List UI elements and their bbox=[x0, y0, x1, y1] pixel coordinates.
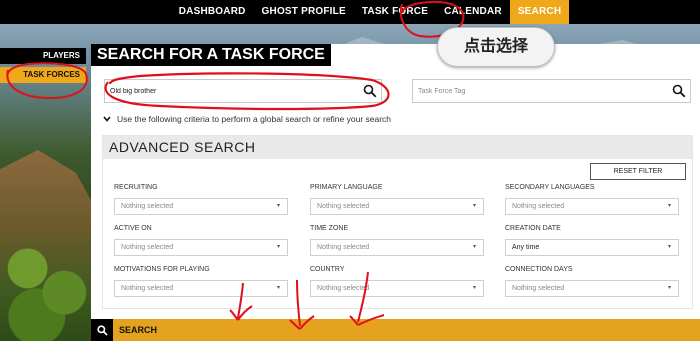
dropdown-caret-icon: ▾ bbox=[472, 203, 476, 209]
task-force-tag-search bbox=[412, 79, 691, 103]
primary-language-select[interactable]: Nothing selected ▾ bbox=[310, 198, 484, 215]
sidebar-item-players[interactable]: PLAYERS bbox=[0, 48, 86, 64]
dropdown-caret-icon: ▾ bbox=[472, 244, 476, 250]
motivations-value: Nothing selected bbox=[121, 285, 174, 292]
motivations-label: MOTIVATIONS FOR PLAYING bbox=[114, 266, 210, 273]
criteria-text: Use the following criteria to perform a … bbox=[117, 114, 392, 124]
nav-ghost-profile[interactable]: GHOST PROFILE bbox=[254, 0, 354, 24]
connection-days-value: Nothing selected bbox=[512, 285, 565, 292]
dropdown-caret-icon: ▾ bbox=[667, 203, 671, 209]
dropdown-caret-icon: ▾ bbox=[276, 203, 280, 209]
motivations-select[interactable]: Nothing selected ▾ bbox=[114, 280, 288, 297]
task-force-tag-input[interactable] bbox=[413, 80, 668, 102]
search-icon[interactable] bbox=[359, 80, 381, 102]
nav-calendar[interactable]: CALENDAR bbox=[436, 0, 510, 24]
chevron-down-icon bbox=[103, 116, 111, 122]
primary-language-value: Nothing selected bbox=[317, 203, 370, 210]
search-submit-bar[interactable]: SEARCH bbox=[91, 319, 700, 341]
page-title: SEARCH FOR A TASK FORCE bbox=[91, 44, 331, 66]
country-value: Nothing selected bbox=[317, 285, 370, 292]
active-on-label: ACTIVE ON bbox=[114, 225, 152, 232]
criteria-toggle[interactable]: Use the following criteria to perform a … bbox=[103, 114, 391, 124]
recruiting-label: RECRUITING bbox=[114, 184, 158, 191]
reset-filter-button[interactable]: RESET FILTER bbox=[590, 163, 686, 180]
recruiting-select[interactable]: Nothing selected ▾ bbox=[114, 198, 288, 215]
secondary-languages-label: SECONDARY LANGUAGES bbox=[505, 184, 595, 191]
dropdown-caret-icon: ▾ bbox=[276, 285, 280, 291]
dropdown-caret-icon: ▾ bbox=[276, 244, 280, 250]
task-force-name-input[interactable] bbox=[105, 80, 359, 102]
sidebar-item-task-forces[interactable]: TASK FORCES bbox=[0, 67, 86, 83]
dropdown-caret-icon: ▾ bbox=[472, 285, 476, 291]
foliage bbox=[0, 220, 92, 341]
task-force-name-search bbox=[104, 79, 382, 103]
time-zone-value: Nothing selected bbox=[317, 244, 370, 251]
recruiting-value: Nothing selected bbox=[121, 203, 174, 210]
secondary-languages-value: Nothing selected bbox=[512, 203, 565, 210]
active-on-value: Nothing selected bbox=[121, 244, 174, 251]
search-icon[interactable] bbox=[668, 80, 690, 102]
primary-language-label: PRIMARY LANGUAGE bbox=[310, 184, 383, 191]
secondary-languages-select[interactable]: Nothing selected ▾ bbox=[505, 198, 679, 215]
creation-date-select[interactable]: Any time ▾ bbox=[505, 239, 679, 256]
top-navigation: DASHBOARD GHOST PROFILE TASK FORCE CALEN… bbox=[0, 0, 700, 24]
advanced-search-title: ADVANCED SEARCH bbox=[103, 136, 692, 159]
advanced-search-panel: ADVANCED SEARCH RESET FILTER RECRUITING … bbox=[102, 135, 693, 309]
dropdown-caret-icon: ▾ bbox=[667, 244, 671, 250]
nav-search[interactable]: SEARCH bbox=[509, 0, 570, 24]
nav-task-force[interactable]: TASK FORCE bbox=[354, 0, 436, 24]
connection-days-label: CONNECTION DAYS bbox=[505, 266, 573, 273]
active-on-select[interactable]: Nothing selected ▾ bbox=[114, 239, 288, 256]
country-select[interactable]: Nothing selected ▾ bbox=[310, 280, 484, 297]
creation-date-label: CREATION DATE bbox=[505, 225, 561, 232]
country-label: COUNTRY bbox=[310, 266, 345, 273]
creation-date-value: Any time bbox=[512, 244, 540, 251]
side-navigation: PLAYERS TASK FORCES bbox=[0, 48, 86, 83]
time-zone-select[interactable]: Nothing selected ▾ bbox=[310, 239, 484, 256]
search-submit-label: SEARCH bbox=[119, 325, 158, 335]
search-icon bbox=[91, 319, 113, 341]
connection-days-select[interactable]: Nothing selected ▾ bbox=[505, 280, 679, 297]
time-zone-label: TIME ZONE bbox=[310, 225, 349, 232]
annotation-callout: 点击选择 bbox=[437, 27, 555, 67]
dropdown-caret-icon: ▾ bbox=[667, 285, 671, 291]
nav-dashboard[interactable]: DASHBOARD bbox=[171, 0, 254, 24]
